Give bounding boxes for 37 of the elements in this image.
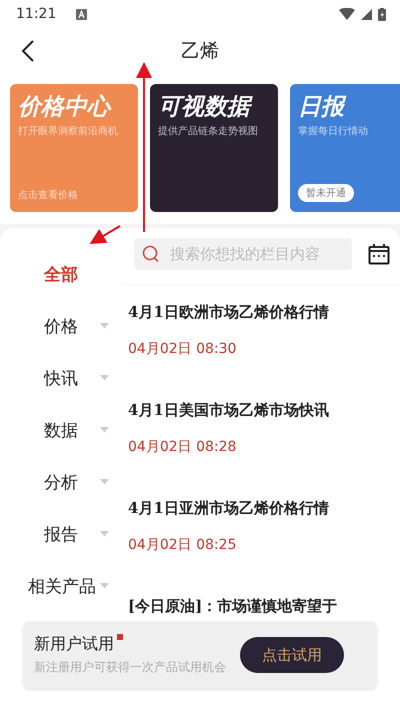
article-title[interactable]: [今日原油]：市场谨慎地寄望于: [128, 597, 390, 616]
card-title: 价格中心: [18, 94, 112, 122]
article-title[interactable]: 4月1日美国市场乙烯市场快讯: [128, 401, 390, 420]
notification-icon: [76, 8, 88, 20]
card-title: 可视数据: [158, 94, 270, 122]
category-tab[interactable]: 分析: [0, 456, 122, 508]
category-tab[interactable]: 快讯: [0, 352, 122, 404]
wifi-icon: [339, 8, 355, 20]
card-subtitle: 打开眼界洞察前沿商机: [18, 124, 119, 138]
article-title[interactable]: 4月1日亚洲市场乙烯价格行情: [128, 499, 390, 518]
card-subtitle: 提供产品链条走势视图: [158, 124, 259, 138]
promo-card[interactable]: 日报 掌握每日行情动 暂未开通: [290, 84, 400, 212]
page-title: 乙烯: [181, 39, 219, 64]
article-date: 04月02日 08:28: [128, 438, 238, 456]
category-tab[interactable]: 报告: [0, 508, 122, 560]
annotation-arrow: [90, 225, 120, 244]
card-subtitle: 掌握每日行情动: [298, 124, 369, 138]
status-badge: 暂未开通: [298, 184, 354, 202]
category-tab[interactable]: 全部: [0, 248, 122, 300]
card-action-text: 点击查看价格: [18, 188, 79, 202]
category-tab[interactable]: 数据: [0, 404, 122, 456]
article-date: 04月02日 08:30: [128, 340, 238, 358]
card-title: 日报: [298, 94, 400, 122]
category-tab[interactable]: 相关产品: [0, 560, 122, 612]
try-button[interactable]: 点击试用: [240, 637, 344, 673]
category-tab[interactable]: 价格: [0, 300, 122, 352]
back-icon[interactable]: [20, 40, 36, 62]
calendar-icon[interactable]: [368, 243, 390, 265]
status-time: 11:21: [16, 6, 56, 22]
battery-icon: [378, 8, 386, 20]
banner-title: 新用户试用: [34, 634, 114, 655]
article-title[interactable]: 4月1日欧洲市场乙烯价格行情: [128, 303, 390, 322]
article-date: 04月02日 08:25: [128, 536, 238, 554]
signal-icon: [361, 8, 372, 20]
search-icon: [142, 245, 160, 263]
banner-subtitle: 新注册用户可获得一次产品试用机会: [34, 659, 226, 676]
promo-card[interactable]: 可视数据 提供产品链条走势视图: [150, 84, 278, 212]
